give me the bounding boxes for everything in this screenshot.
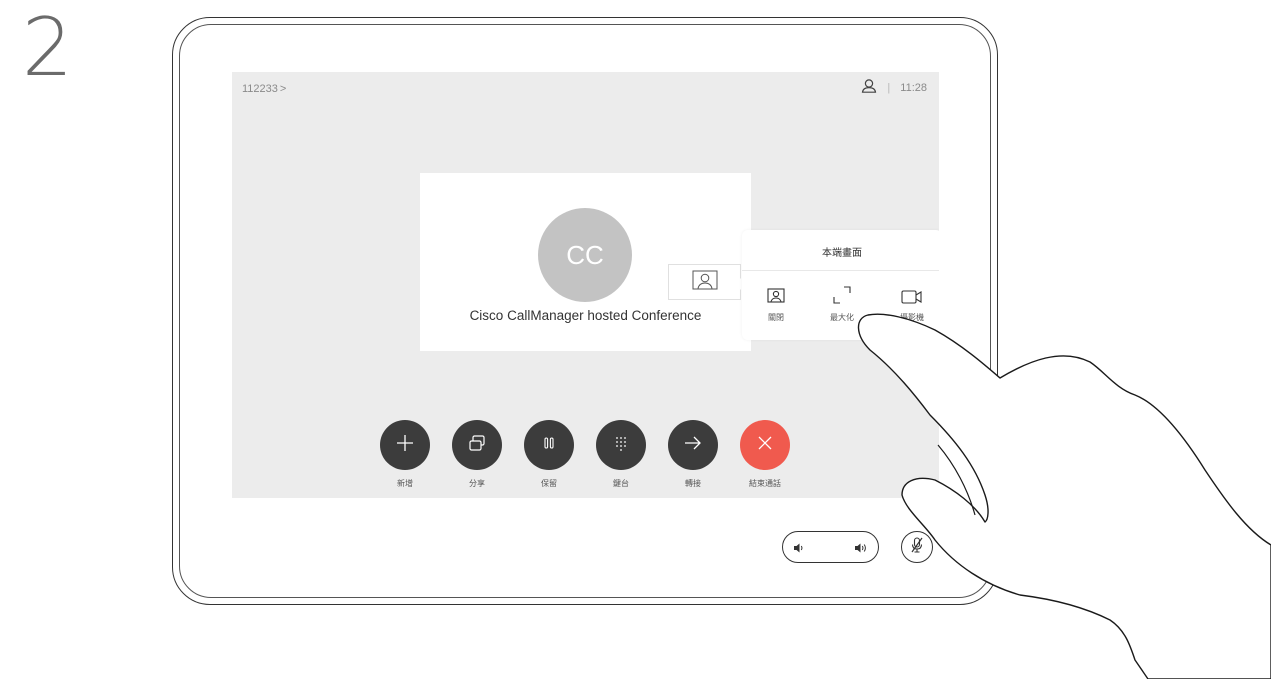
share-icon — [467, 433, 487, 458]
volume-rocker[interactable] — [782, 531, 879, 563]
microphone-muted-icon — [909, 536, 925, 559]
hold-button[interactable]: 保留 — [524, 420, 574, 489]
avatar: CC — [538, 208, 632, 302]
popover-arrow — [735, 277, 742, 291]
option-label: 攝影機 — [900, 313, 924, 322]
hold-button-circle[interactable] — [524, 420, 574, 470]
selfview-maximize-option[interactable]: 最大化 — [814, 284, 870, 323]
keypad-button-circle[interactable] — [596, 420, 646, 470]
close-icon — [755, 433, 775, 458]
option-label: 關閉 — [768, 313, 784, 322]
person-icon — [692, 270, 718, 295]
end-call-button[interactable]: 結束通話 — [740, 420, 790, 489]
keypad-button[interactable]: 鍵台 — [596, 420, 646, 489]
transfer-arrow-icon — [683, 433, 703, 458]
add-button-circle[interactable] — [380, 420, 430, 470]
control-label: 結束通話 — [749, 479, 781, 488]
end-call-button-circle[interactable] — [740, 420, 790, 470]
status-area: | 11:28 — [861, 79, 927, 96]
call-id-breadcrumb[interactable]: 112233 > — [242, 83, 286, 95]
volume-down-icon[interactable] — [793, 541, 805, 559]
plus-icon — [395, 433, 415, 458]
selfview-off-option[interactable]: 關閉 — [748, 284, 804, 323]
control-label: 鍵台 — [613, 479, 629, 488]
participant-name: Cisco CallManager hosted Conference — [469, 308, 702, 323]
chevron-right-icon: > — [279, 83, 287, 95]
call-id: 112233 — [242, 83, 278, 95]
option-label: 最大化 — [830, 313, 854, 322]
participant-card: CC Cisco CallManager hosted Conference — [420, 173, 751, 351]
share-button[interactable]: 分享 — [452, 420, 502, 489]
selfview-menu: 本端畫面 關閉 最大化 攝影機 — [742, 230, 939, 340]
control-label: 新增 — [397, 479, 413, 488]
status-separator: | — [887, 81, 891, 94]
control-label: 轉接 — [685, 479, 701, 488]
step-number: 2 — [22, 1, 73, 94]
maximize-icon — [814, 284, 870, 304]
mute-button[interactable] — [901, 531, 933, 563]
add-button[interactable]: 新增 — [380, 420, 430, 489]
volume-up-icon[interactable] — [854, 541, 868, 559]
hold-icon — [539, 433, 559, 458]
share-button-circle[interactable] — [452, 420, 502, 470]
transfer-button-circle[interactable] — [668, 420, 718, 470]
divider — [742, 270, 939, 271]
camera-icon — [884, 284, 939, 304]
clock-time: 11:28 — [900, 81, 927, 94]
call-controls: 新增 分享 保留 鍵台 轉接 結束通話 — [380, 420, 790, 489]
selfview-thumbnail[interactable] — [668, 264, 741, 300]
person-icon[interactable] — [861, 79, 877, 96]
person-frame-icon — [748, 284, 804, 304]
control-label: 保留 — [541, 479, 557, 488]
touch-screen: 112233 > | 11:28 CC Cisco CallManager hos… — [232, 72, 939, 498]
keypad-icon — [611, 433, 631, 458]
selfview-camera-option[interactable]: 攝影機 — [884, 284, 939, 323]
control-label: 分享 — [469, 479, 485, 488]
selfview-menu-title: 本端畫面 — [822, 248, 862, 259]
transfer-button[interactable]: 轉接 — [668, 420, 718, 489]
